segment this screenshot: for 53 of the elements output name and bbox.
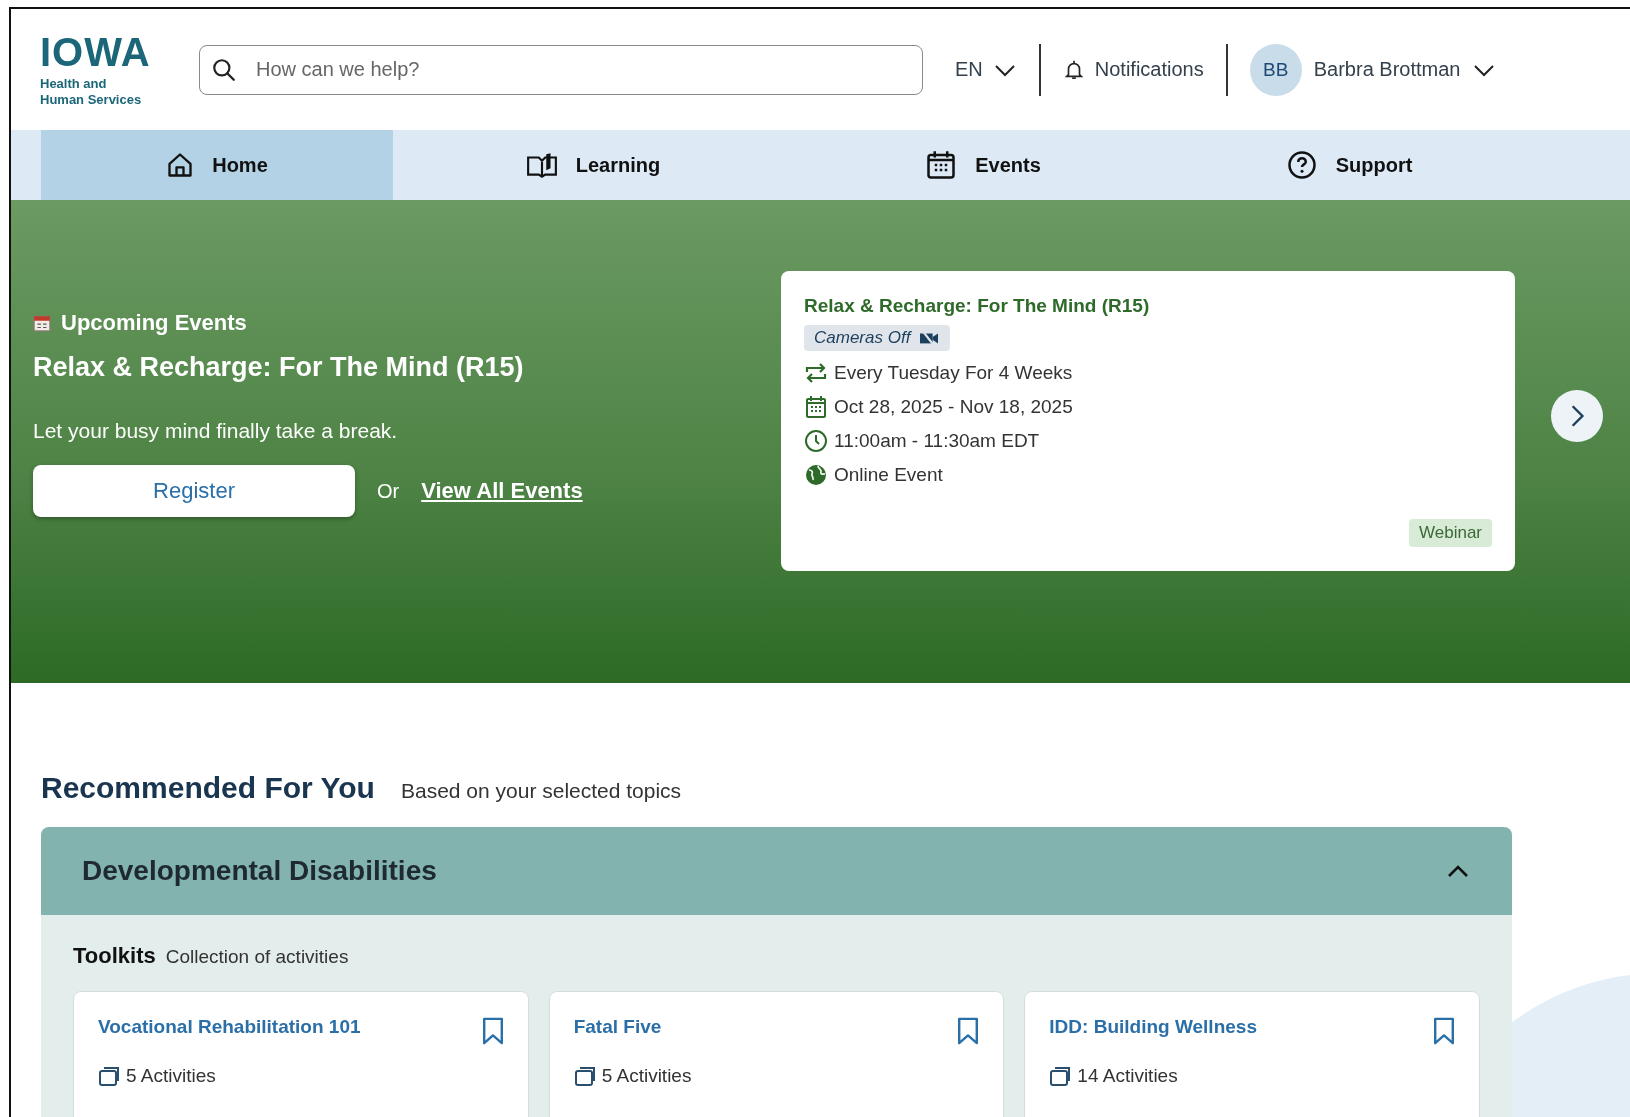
event-card-title: Relax & Recharge: For The Mind (R15) [804, 295, 1150, 317]
event-detail: Oct 28, 2025 - Nov 18, 2025 [834, 396, 1073, 418]
book-icon [525, 150, 558, 180]
nav-tab[interactable]: Support [1173, 130, 1525, 200]
topic-header[interactable]: Developmental Disabilities [41, 827, 1512, 915]
activity-count: 5 Activities [601, 1065, 692, 1087]
bookmark-icon[interactable] [1433, 1016, 1455, 1046]
event-detail: 11:00am - 11:30am EDT [834, 430, 1040, 452]
calendar-icon [804, 395, 828, 419]
stack-icon [573, 1064, 598, 1088]
bookmark-icon[interactable] [957, 1016, 980, 1046]
home-icon [166, 151, 195, 179]
event-detail: Online Event [834, 464, 943, 486]
view-all-events-link[interactable]: View All Events [421, 478, 583, 504]
bookmark-icon[interactable] [481, 1016, 504, 1046]
toolkit-card[interactable]: Vocational Rehabilitation 101 5 Activities [73, 991, 529, 1117]
user-menu[interactable]: BB Barbra Brottman [1227, 43, 1519, 96]
search-icon [211, 56, 237, 83]
section-label: Upcoming Events [61, 310, 247, 336]
toolkit-title-link[interactable]: IDD: Building Wellness [1049, 1016, 1257, 1038]
clock-icon [804, 429, 828, 453]
nav-tab[interactable]: Learning [393, 130, 793, 200]
stack-icon [98, 1064, 122, 1088]
calendar-icon [925, 150, 958, 180]
repeat-icon [804, 361, 828, 385]
or-text: Or [377, 479, 400, 503]
language-selector[interactable]: EN [933, 57, 1039, 82]
calendar-icon [33, 314, 51, 332]
toolkit-card[interactable]: Fatal Five 5 Activities [548, 991, 1005, 1117]
help-icon [1285, 150, 1318, 180]
event-card[interactable]: Relax & Recharge: For The Mind (R15) Cameras Off Every Tuesday For 4 Weeks Oct 28, 2025 - Nov 18, 2025 11:00am - 11:30am EDT Online Event Webinar [781, 271, 1515, 571]
toolkit-title-link[interactable]: Fatal Five [573, 1016, 662, 1038]
register-button[interactable]: Register [33, 465, 355, 517]
nav-tab[interactable]: Home [41, 130, 393, 200]
search-field[interactable]: How can we help? [199, 44, 923, 95]
event-detail: Every Tuesday For 4 Weeks [834, 362, 1073, 384]
activity-count: 5 Activities [126, 1065, 216, 1087]
nav-tab[interactable]: Events [793, 130, 1173, 200]
toolkit-title-link[interactable]: Vocational Rehabilitation 101 [98, 1016, 361, 1038]
event-type-tag: Webinar [1409, 519, 1492, 547]
globe-icon [804, 463, 828, 487]
section-subtitle: Based on your selected topics [400, 779, 682, 803]
cameras-off-badge: Cameras Off [804, 325, 951, 351]
next-button[interactable] [1551, 390, 1603, 442]
logo[interactable]: IOWA Health and Human Services [40, 31, 180, 108]
toolkit-card[interactable]: IDD: Building Wellness 14 Activities [1024, 991, 1480, 1117]
section-title: Recommended For You [41, 771, 375, 805]
toolkits-subtitle: Collection of activities [165, 946, 349, 968]
event-title: Relax & Recharge: For The Mind (R15) [33, 352, 525, 383]
event-description: Let your busy mind finally take a break. [33, 419, 399, 443]
activity-count: 14 Activities [1077, 1065, 1178, 1087]
toolkits-title: Toolkits [73, 943, 156, 969]
notifications-button[interactable]: Notifications [1040, 57, 1226, 82]
